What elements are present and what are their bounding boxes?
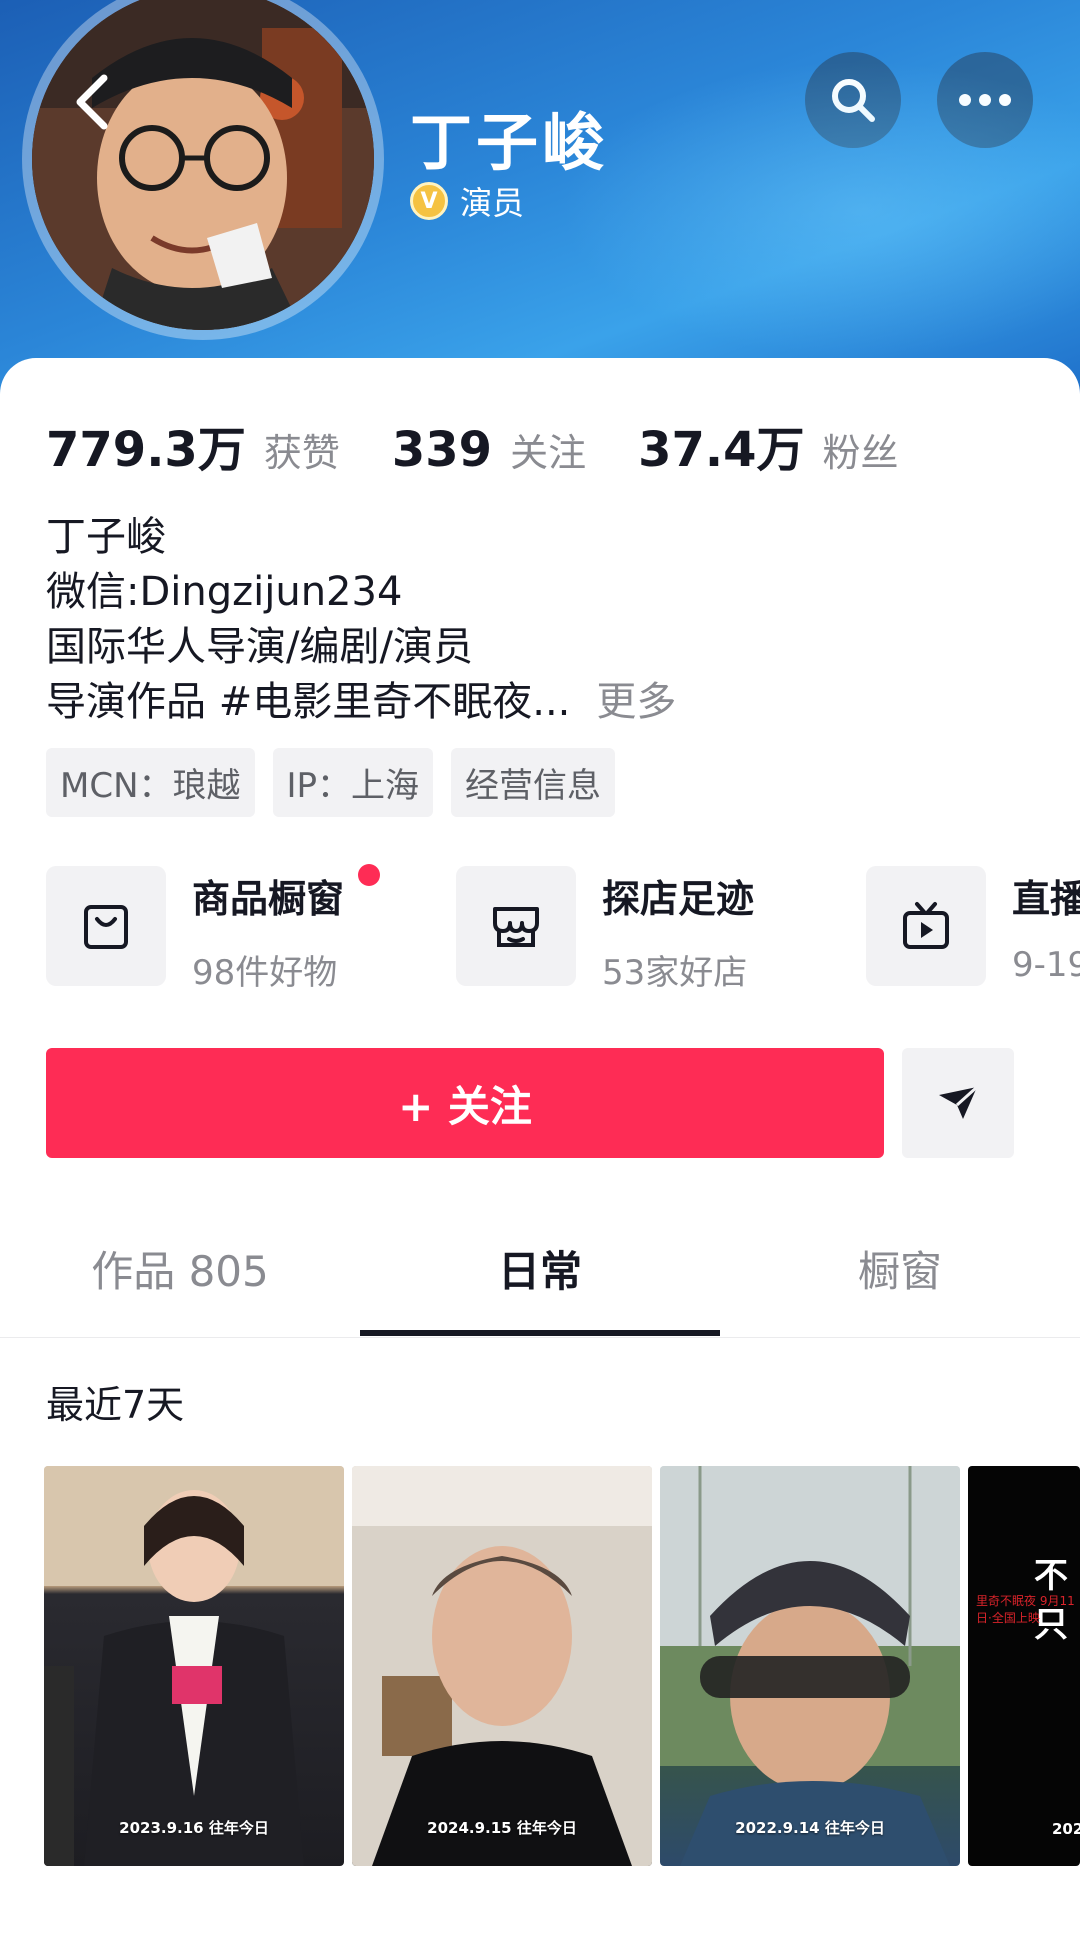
likes-count: 779.3万 <box>46 422 246 478</box>
service-live[interactable]: 直播 9-19 <box>866 866 1080 990</box>
following-label: 关注 <box>510 431 587 475</box>
follow-button[interactable]: + 关注 <box>46 1048 884 1158</box>
likes-label: 获赞 <box>263 431 340 475</box>
profile-card: 779.3万 获赞 339 关注 37.4万 粉丝 丁子峻 微信:Dingzij… <box>0 358 1080 1936</box>
video-caption: 2022.9.14 往年今日 <box>735 1819 885 1837</box>
bag-icon <box>46 866 166 986</box>
services-row: 商品橱窗 98件好物 探店足迹 53家好店 直播 9-19 <box>46 864 1080 993</box>
following-count: 339 <box>391 422 493 478</box>
bio-line: 丁子峻 <box>46 514 166 560</box>
followers-stat[interactable]: 37.4万 粉丝 <box>638 410 898 480</box>
back-button[interactable] <box>52 52 132 152</box>
followers-count: 37.4万 <box>638 422 805 478</box>
verification-badge: V 演员 <box>410 178 524 224</box>
service-title: 商品橱窗 <box>192 864 380 923</box>
video-thumbnail[interactable]: 2024.9.15 往年今日 <box>352 1466 652 1866</box>
profile-name: 丁子峻 <box>410 106 609 179</box>
following-stat[interactable]: 339 关注 <box>392 422 586 478</box>
stats-row: 779.3万 获赞 339 关注 37.4万 粉丝 <box>46 410 951 480</box>
tag-business-info[interactable]: 经营信息 <box>451 748 616 817</box>
tag-ip[interactable]: IP：上海 <box>272 748 434 817</box>
follow-button-label: + 关注 <box>398 1081 532 1131</box>
video-overlay-small: 里奇不眠夜 9月11日·全国上映 <box>976 1594 1075 1625</box>
tag-mcn[interactable]: MCN：琅越 <box>46 748 255 817</box>
likes-stat[interactable]: 779.3万 获赞 <box>46 410 340 480</box>
tv-icon <box>866 866 986 986</box>
search-button[interactable] <box>805 52 901 148</box>
video-thumbnail[interactable]: 2023.9.16 往年今日 <box>44 1466 344 1866</box>
verified-icon: V <box>410 182 448 220</box>
tab-window[interactable]: 橱窗 <box>720 1218 1080 1338</box>
service-subtitle: 53家好店 <box>602 953 748 993</box>
store-icon <box>456 866 576 986</box>
notification-dot <box>358 864 380 886</box>
bio-line: 微信:Dingzijun234 <box>46 569 403 615</box>
tag-row: MCN：琅越 IP：上海 经营信息 <box>46 748 616 817</box>
search-icon <box>832 79 875 122</box>
bio-more-link[interactable]: 更多 <box>596 679 676 725</box>
send-icon <box>939 1085 979 1119</box>
more-dots-icon <box>959 94 1011 106</box>
bio-line: 国际华人导演/编剧/演员 <box>46 624 473 670</box>
bio: 丁子峻 微信:Dingzijun234 国际华人导演/编剧/演员 导演作品 #电… <box>46 510 676 730</box>
tab-active-indicator <box>360 1330 720 1336</box>
share-button[interactable] <box>902 1048 1014 1158</box>
service-store-visits[interactable]: 探店足迹 53家好店 <box>456 866 755 993</box>
more-button[interactable] <box>937 52 1033 148</box>
service-title: 探店足迹 <box>602 877 755 921</box>
verification-text: 演员 <box>460 184 525 222</box>
video-caption: 2023.9.16 往年今日 <box>119 1819 269 1837</box>
service-title: 直播 <box>1012 877 1080 921</box>
avatar[interactable] <box>22 0 384 340</box>
video-thumbnail[interactable]: 2022.9.14 往年今日 <box>660 1466 960 1866</box>
tab-daily[interactable]: 日常 <box>360 1218 720 1338</box>
video-thumbnail[interactable]: 不只 里奇不眠夜 9月11日·全国上映 202 <box>968 1466 1080 1866</box>
video-caption: 202 <box>1052 1820 1080 1838</box>
bio-line-text: 导演作品 #电影里奇不眠夜... <box>46 679 571 725</box>
followers-label: 粉丝 <box>822 431 899 475</box>
profile-header: 丁子峻 V 演员 <box>0 0 1080 400</box>
recent-section-title: 最近7天 <box>46 1383 185 1427</box>
service-shop-window[interactable]: 商品橱窗 98件好物 <box>46 864 380 993</box>
recent-videos: 2023.9.16 往年今日 2024.9.15 往年今日 2022.9.14 … <box>44 1466 1080 1868</box>
bio-line: 导演作品 #电影里奇不眠夜... 更多 <box>46 675 676 730</box>
content-tabs: 作品 805 日常 橱窗 <box>0 1218 1080 1338</box>
service-subtitle: 9-19 <box>1012 945 1080 985</box>
service-subtitle: 98件好物 <box>192 953 338 993</box>
tab-works[interactable]: 作品 805 <box>0 1218 360 1338</box>
chevron-left-icon <box>76 74 108 130</box>
video-caption: 2024.9.15 往年今日 <box>427 1819 577 1837</box>
